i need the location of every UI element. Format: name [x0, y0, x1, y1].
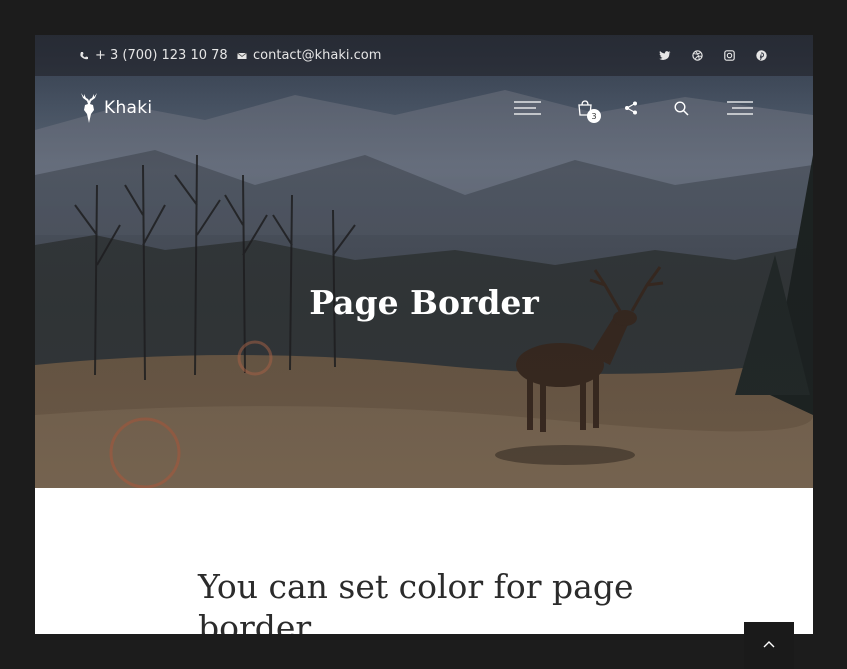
instagram-icon[interactable]: [722, 35, 736, 76]
menu-icon[interactable]: [514, 97, 542, 119]
search-icon[interactable]: [667, 97, 695, 119]
page-title: Page Border: [309, 283, 539, 322]
dribbble-icon[interactable]: [690, 35, 704, 76]
phone-number: + 3 (700) 123 10 78: [95, 48, 228, 63]
top-bar: + 3 (700) 123 10 78 contact@khaki.com: [35, 35, 813, 76]
cart-count-badge: 3: [587, 109, 601, 123]
pinterest-icon[interactable]: [754, 35, 768, 76]
logo-text: Khaki: [104, 98, 153, 118]
twitter-icon[interactable]: [658, 35, 672, 76]
hero-section: + 3 (700) 123 10 78 contact@khaki.com Kh…: [35, 35, 813, 488]
email-address: contact@khaki.com: [253, 48, 382, 63]
content-heading: You can set color for page border: [198, 567, 634, 634]
mail-icon: [237, 52, 247, 59]
deer-logo-icon: [81, 93, 97, 123]
site-logo[interactable]: Khaki: [79, 92, 152, 124]
contact-phone[interactable]: + 3 (700) 123 10 78: [79, 35, 228, 76]
phone-icon: [80, 51, 88, 59]
back-to-top-button[interactable]: [744, 622, 794, 669]
share-icon[interactable]: [617, 97, 645, 119]
side-menu-icon[interactable]: [726, 97, 754, 119]
page-frame: + 3 (700) 123 10 78 contact@khaki.com Kh…: [35, 35, 813, 634]
contact-email[interactable]: contact@khaki.com: [237, 35, 381, 76]
arrow-up-icon: [763, 641, 775, 648]
